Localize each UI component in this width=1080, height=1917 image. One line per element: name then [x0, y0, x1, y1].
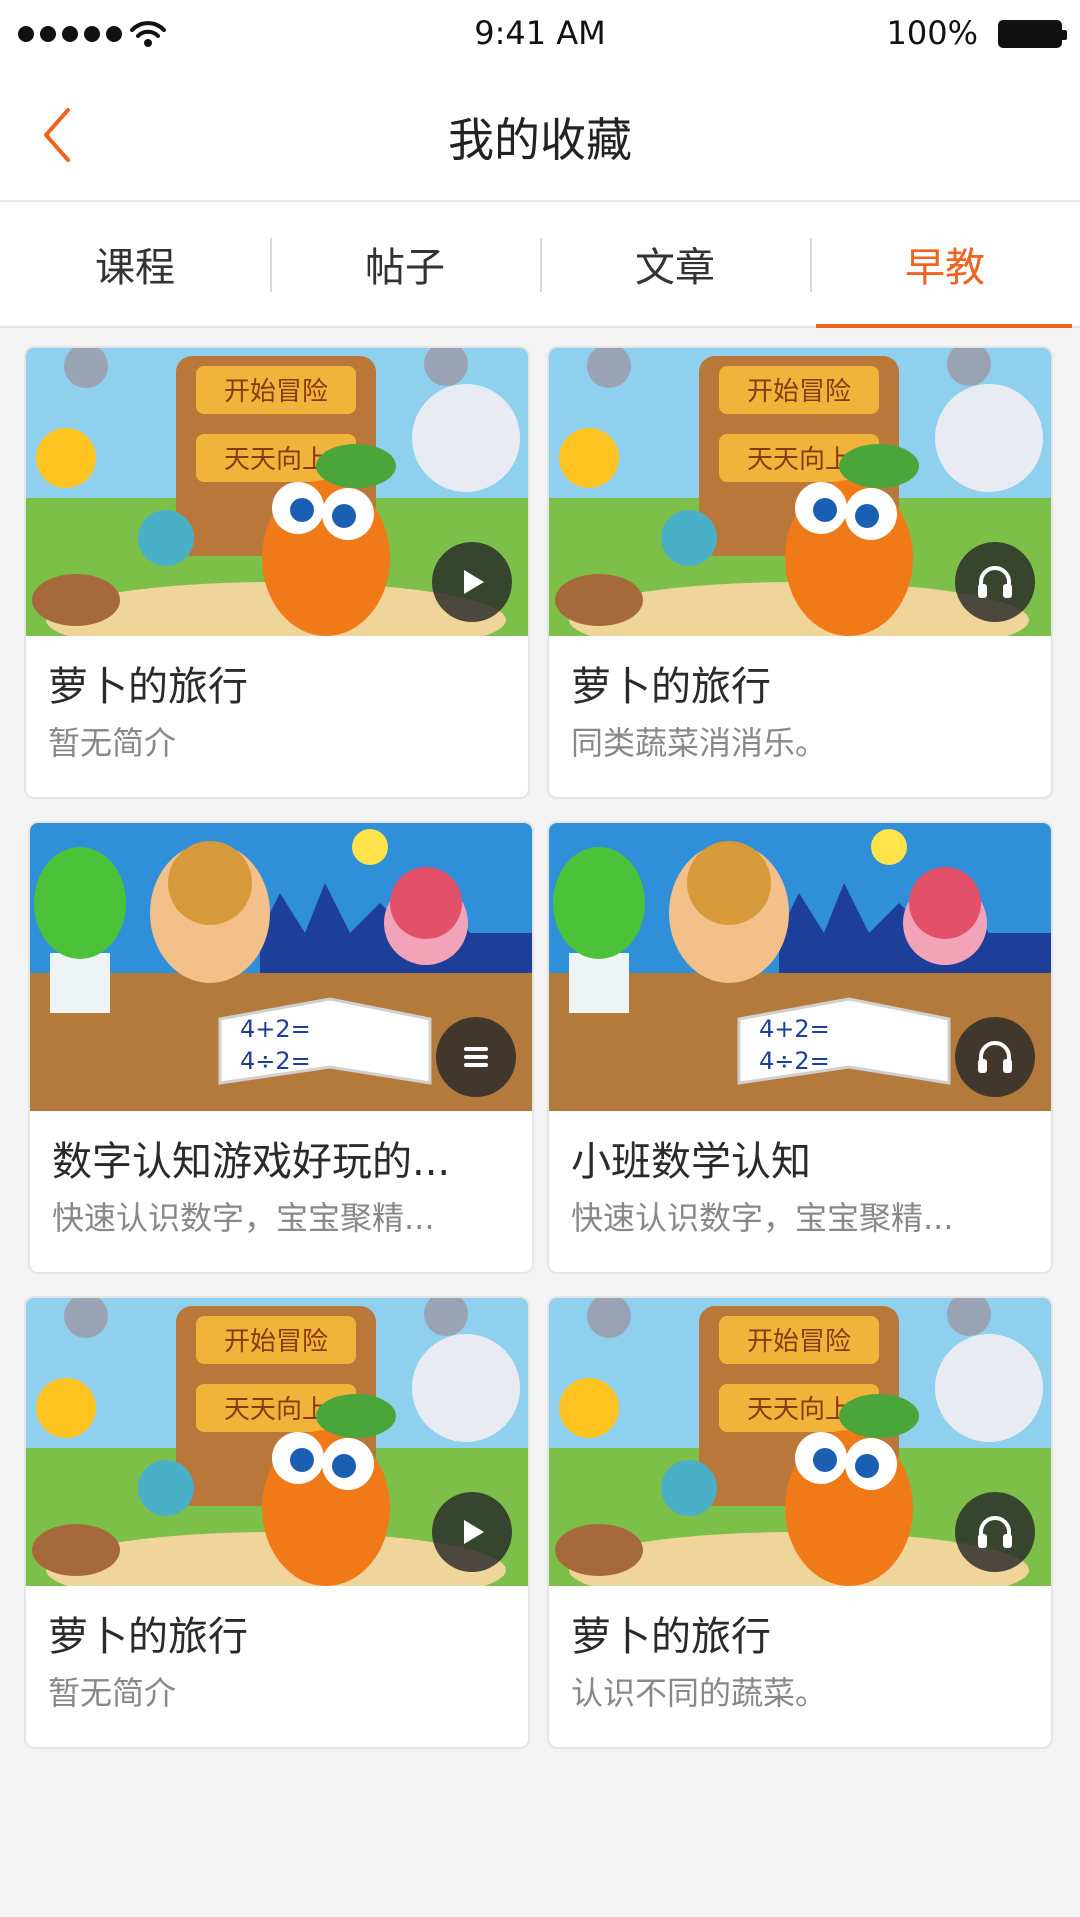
headphones-icon [978, 1041, 1012, 1073]
tab-courses[interactable]: 课程 [0, 202, 270, 326]
battery-percent: 100% [886, 14, 978, 52]
tab-early-education[interactable]: 早教 [810, 202, 1080, 328]
sign-text-top: 开始冒险 [747, 1327, 851, 1357]
card-description: 快速认识数字，宝宝聚精... [52, 1199, 435, 1237]
sign-text-bottom: 天天向上 [224, 445, 328, 475]
card-title: 数字认知游戏好玩的... [52, 1139, 451, 1185]
nav-bar: 我的收藏 [0, 70, 1080, 202]
card-description: 暂无简介 [48, 724, 177, 762]
sign-text-bottom: 天天向上 [224, 1395, 328, 1425]
favorite-card[interactable]: 开始冒险 天天向上 萝卜的旅行 暂无简介 [24, 1296, 530, 1749]
card-description: 暂无简介 [48, 1674, 177, 1712]
active-tab-indicator [816, 324, 1072, 328]
audio-button[interactable] [955, 542, 1035, 622]
card-thumbnail: 开始冒险 天天向上 [26, 348, 528, 636]
card-title: 萝卜的旅行 [48, 1614, 248, 1660]
headphones-icon [978, 566, 1012, 598]
tab-label: 文章 [635, 245, 715, 291]
play-button[interactable] [432, 1492, 512, 1572]
favorite-card[interactable]: 4+2= 4÷2= 数字认知游戏好玩的... 快速认识数字，宝宝聚精... [28, 821, 534, 1274]
play-icon [464, 570, 484, 594]
tab-articles[interactable]: 文章 [540, 202, 810, 326]
sign-text-top: 开始冒险 [747, 377, 851, 407]
play-button[interactable] [432, 542, 512, 622]
card-thumbnail: 4+2= 4÷2= [30, 823, 532, 1111]
battery-icon [998, 20, 1067, 48]
tab-bar: 课程 帖子 文章 早教 [0, 202, 1080, 328]
math-problem-1: 4+2= [240, 1015, 311, 1043]
card-description: 同类蔬菜消消乐。 [571, 724, 828, 762]
headphones-icon [978, 1516, 1012, 1548]
sign-text-top: 开始冒险 [224, 377, 328, 407]
audio-button[interactable] [955, 1492, 1035, 1572]
card-thumbnail: 4+2= 4÷2= [549, 823, 1051, 1111]
tab-posts[interactable]: 帖子 [270, 202, 540, 326]
list-button[interactable] [436, 1017, 516, 1097]
card-title: 小班数学认知 [571, 1139, 811, 1185]
audio-button[interactable] [955, 1017, 1035, 1097]
page-title: 我的收藏 [448, 113, 632, 167]
card-thumbnail: 开始冒险 天天向上 [549, 348, 1051, 636]
math-problem-2: 4÷2= [759, 1047, 830, 1075]
sign-text-top: 开始冒险 [224, 1327, 328, 1357]
favorite-card[interactable]: 开始冒险 天天向上 [547, 346, 1053, 799]
tab-label: 早教 [905, 245, 985, 291]
math-problem-2: 4÷2= [240, 1047, 311, 1075]
favorite-card[interactable]: 4+2= 4÷2= 小班数学认知 快速认识数字，宝宝聚精... [547, 821, 1053, 1274]
card-title: 萝卜的旅行 [571, 664, 771, 710]
favorite-card[interactable]: 开始冒险 天天向上 萝卜的旅行 暂无简介 [24, 346, 530, 799]
status-bar: 9:41 AM 100% [0, 0, 1080, 70]
card-thumbnail: 开始冒险 天天向上 [26, 1298, 528, 1586]
card-thumbnail: 开始冒险 天天向上 [549, 1298, 1051, 1586]
card-title: 萝卜的旅行 [48, 664, 248, 710]
list-icon [464, 1047, 488, 1067]
play-icon [464, 1520, 484, 1544]
card-description: 认识不同的蔬菜。 [571, 1674, 828, 1712]
tab-label: 帖子 [365, 245, 445, 291]
sign-text-bottom: 天天向上 [747, 1395, 851, 1425]
card-title: 萝卜的旅行 [571, 1614, 771, 1660]
math-problem-1: 4+2= [759, 1015, 830, 1043]
sign-text-bottom: 天天向上 [747, 445, 851, 475]
tab-label: 课程 [95, 245, 175, 291]
card-description: 快速认识数字，宝宝聚精... [571, 1199, 954, 1237]
favorite-card[interactable]: 开始冒险 天天向上 [547, 1296, 1053, 1749]
